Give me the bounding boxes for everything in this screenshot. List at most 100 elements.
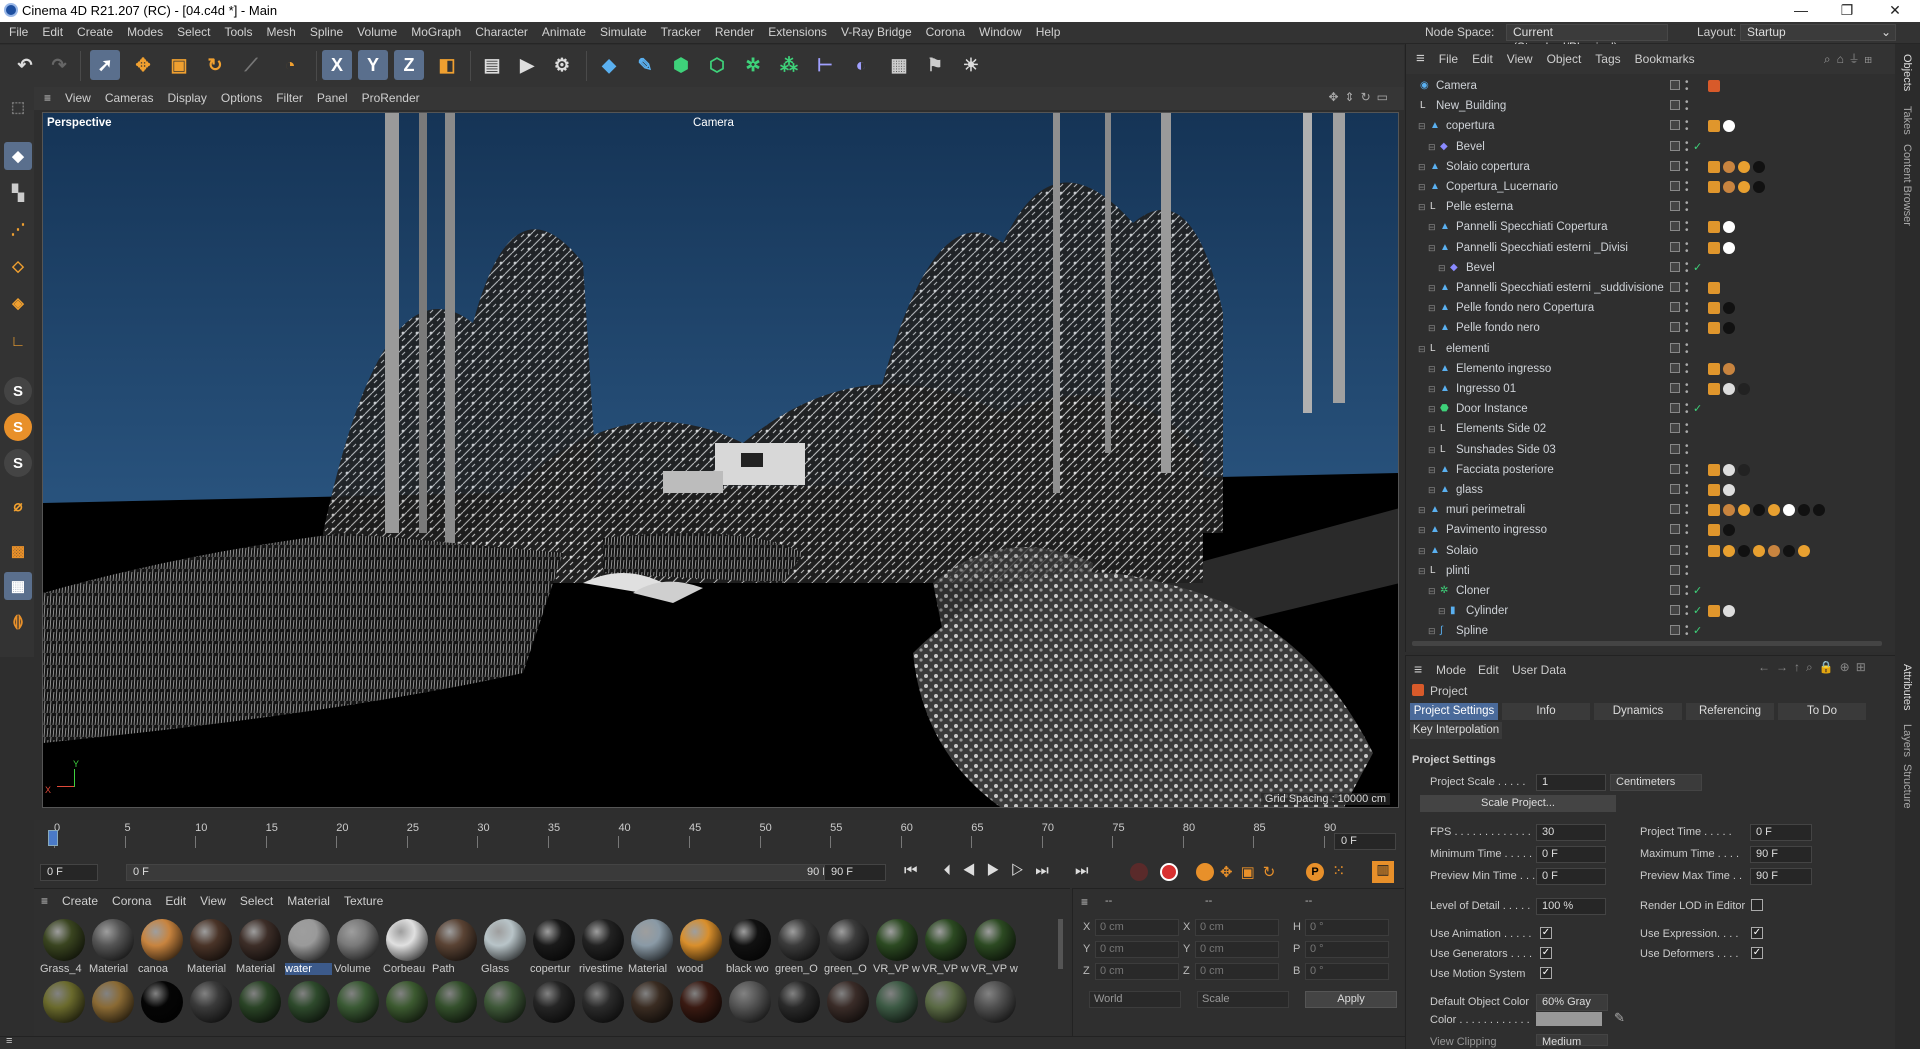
record-keys-icon[interactable] bbox=[1130, 863, 1148, 881]
viewport-menu-view[interactable]: View bbox=[58, 87, 98, 109]
menu-volume[interactable]: Volume bbox=[350, 22, 404, 43]
object-tag-icon[interactable] bbox=[1708, 221, 1720, 234]
object-tag-icon[interactable] bbox=[1708, 322, 1720, 335]
tree-expand-icon[interactable]: ⊟ bbox=[1428, 137, 1436, 157]
object-row[interactable]: ⊟ L Elements Side 02 • • bbox=[1406, 419, 1886, 439]
object-tag-icon[interactable] bbox=[1708, 241, 1720, 254]
object-tag-icon[interactable] bbox=[1708, 544, 1720, 557]
tab-referencing[interactable]: Referencing bbox=[1686, 703, 1774, 720]
attr-menu-user-data[interactable]: User Data bbox=[1512, 663, 1566, 677]
tab-info[interactable]: Info bbox=[1502, 703, 1590, 720]
tab-dynamics[interactable]: Dynamics bbox=[1594, 703, 1682, 720]
editor-render-dots-icon[interactable]: • • bbox=[1685, 280, 1689, 297]
use-animation-checkbox[interactable]: ✓ bbox=[1540, 927, 1552, 939]
minimize-button[interactable]: — bbox=[1778, 0, 1824, 22]
material-swatch[interactable]: green_O bbox=[775, 917, 822, 975]
coord-field[interactable]: 0 cm bbox=[1195, 919, 1279, 936]
object-row[interactable]: ⊟ Lelementi • • bbox=[1406, 339, 1886, 359]
object-row[interactable]: ⊟ ▲ muri perimetrali • • bbox=[1406, 500, 1886, 520]
snap-icon[interactable]: S bbox=[4, 377, 32, 405]
material-swatch[interactable]: Material bbox=[89, 917, 136, 975]
object-row[interactable]: ⊟ L Pelle esterna • • bbox=[1406, 197, 1886, 217]
layer-visibility-icon[interactable] bbox=[1670, 342, 1680, 353]
scale-icon[interactable]: ▣ bbox=[164, 50, 194, 80]
object-tag-icon[interactable] bbox=[1813, 504, 1825, 517]
coord-field[interactable]: 0 ° bbox=[1305, 963, 1389, 980]
use-motion-checkbox[interactable]: ✓ bbox=[1540, 967, 1552, 979]
editor-render-dots-icon[interactable]: • • bbox=[1685, 583, 1689, 600]
enabled-check-icon[interactable]: ✓ bbox=[1693, 601, 1702, 621]
coord-field[interactable]: 0 cm bbox=[1195, 963, 1279, 980]
material-scrollbar[interactable] bbox=[1058, 919, 1063, 969]
hamburger-icon[interactable]: ≡ bbox=[6, 1035, 12, 1047]
editor-render-dots-icon[interactable]: • • bbox=[1685, 118, 1689, 135]
polygons-mode-icon[interactable]: ◈ bbox=[4, 289, 32, 317]
editor-render-dots-icon[interactable]: • • bbox=[1685, 381, 1689, 398]
enabled-check-icon[interactable]: ✓ bbox=[1693, 581, 1702, 601]
viewport-menu-filter[interactable]: Filter bbox=[269, 87, 310, 109]
symmetry-icon[interactable]: ⊢ bbox=[810, 50, 840, 80]
object-tag-icon[interactable] bbox=[1723, 544, 1735, 557]
enabled-check-icon[interactable]: ✓ bbox=[1693, 621, 1702, 641]
layer-visibility-icon[interactable] bbox=[1670, 181, 1680, 191]
object-tag-icon[interactable] bbox=[1708, 463, 1720, 476]
material-menu-texture[interactable]: Texture bbox=[337, 889, 390, 913]
menu-render[interactable]: Render bbox=[708, 22, 761, 43]
object-row[interactable]: ⊟ ▲ Pannelli Specchiati Copertura • • bbox=[1406, 217, 1886, 237]
material-swatch[interactable]: green_O bbox=[824, 917, 871, 975]
material-menu-create[interactable]: Create bbox=[55, 889, 105, 913]
layer-visibility-icon[interactable] bbox=[1670, 484, 1680, 494]
keyframe-selection-icon[interactable] bbox=[1196, 863, 1214, 881]
menu-mesh[interactable]: Mesh bbox=[259, 22, 302, 43]
object-row[interactable]: ⊟ ▲ Pavimento ingresso • • bbox=[1406, 520, 1886, 540]
z-axis-toggle[interactable]: Z bbox=[394, 50, 424, 80]
use-generators-checkbox[interactable]: ✓ bbox=[1540, 947, 1552, 959]
menu-window[interactable]: Window bbox=[972, 22, 1029, 43]
object-tag-icon[interactable] bbox=[1708, 120, 1720, 133]
timeline-window-icon[interactable]: ▥ bbox=[1372, 861, 1394, 883]
layer-visibility-icon[interactable] bbox=[1670, 403, 1680, 414]
material-swatch[interactable] bbox=[873, 979, 920, 1037]
material-menu-select[interactable]: Select bbox=[233, 889, 280, 913]
tree-expand-icon[interactable]: ⊟ bbox=[1428, 217, 1436, 237]
object-row[interactable]: L New_Building • • bbox=[1406, 96, 1886, 116]
object-tag-icon[interactable] bbox=[1723, 605, 1735, 618]
material-swatch[interactable]: Grass_4 bbox=[40, 917, 87, 975]
object-row[interactable]: ⊟ ▲ copertura • • bbox=[1406, 116, 1886, 136]
menu-create[interactable]: Create bbox=[70, 22, 120, 43]
editor-render-dots-icon[interactable]: • • bbox=[1685, 522, 1689, 539]
menu-vray-bridge[interactable]: V-Ray Bridge bbox=[834, 22, 919, 43]
object-tag-icon[interactable] bbox=[1738, 383, 1750, 395]
object-row[interactable]: ⊟ ▲ Copertura_Lucernario • • bbox=[1406, 177, 1886, 197]
layer-visibility-icon[interactable] bbox=[1670, 140, 1680, 151]
transport-buttons[interactable]: ⏮ ⏴◀▶▷⏭ ⏭ bbox=[904, 862, 1099, 879]
material-swatch[interactable] bbox=[236, 979, 283, 1037]
tab-key-interpolation[interactable]: Key Interpolation bbox=[1410, 722, 1502, 739]
object-row[interactable]: ⊟ ▲ Pannelli Specchiati esterni _Divisi • • bbox=[1406, 238, 1886, 258]
material-swatch[interactable] bbox=[726, 979, 773, 1037]
attr-menu-mode[interactable]: Mode bbox=[1436, 663, 1466, 677]
editor-render-dots-icon[interactable]: • • bbox=[1685, 98, 1689, 115]
object-row[interactable]: ⊟ ◆ Bevel • • ✓ bbox=[1406, 137, 1886, 157]
viewport-menu-panel[interactable]: Panel bbox=[310, 87, 355, 109]
maximize-button[interactable]: ❐ bbox=[1824, 0, 1870, 22]
layout-dropdown[interactable]: Startup ⌄ bbox=[1740, 24, 1896, 41]
tree-expand-icon[interactable]: ⊟ bbox=[1428, 480, 1436, 500]
editor-render-dots-icon[interactable]: • • bbox=[1685, 78, 1689, 95]
end-frame-field[interactable]: 90 F bbox=[824, 864, 886, 881]
viewport-menu-display[interactable]: Display bbox=[161, 87, 214, 109]
move-icon[interactable]: ✥ bbox=[128, 50, 158, 80]
object-row[interactable]: ⊟ ▲ glass • • bbox=[1406, 480, 1886, 500]
cube-icon[interactable]: ◆ bbox=[594, 50, 624, 80]
redo-icon[interactable]: ↷ bbox=[44, 50, 74, 80]
floor-grid-icon[interactable]: ▩ bbox=[4, 537, 32, 565]
bend-deformer-icon[interactable]: ⬡ bbox=[702, 50, 732, 80]
hamburger-icon[interactable]: ≡ bbox=[34, 889, 55, 913]
object-menu-view[interactable]: View bbox=[1500, 44, 1540, 74]
menu-help[interactable]: Help bbox=[1029, 22, 1068, 43]
world-dropdown[interactable]: World bbox=[1089, 991, 1181, 1008]
material-swatch[interactable]: rivestime bbox=[579, 917, 626, 975]
tree-expand-icon[interactable]: ⊟ bbox=[1418, 157, 1426, 177]
layer-visibility-icon[interactable] bbox=[1670, 302, 1680, 313]
object-menu-file[interactable]: File bbox=[1432, 44, 1465, 74]
